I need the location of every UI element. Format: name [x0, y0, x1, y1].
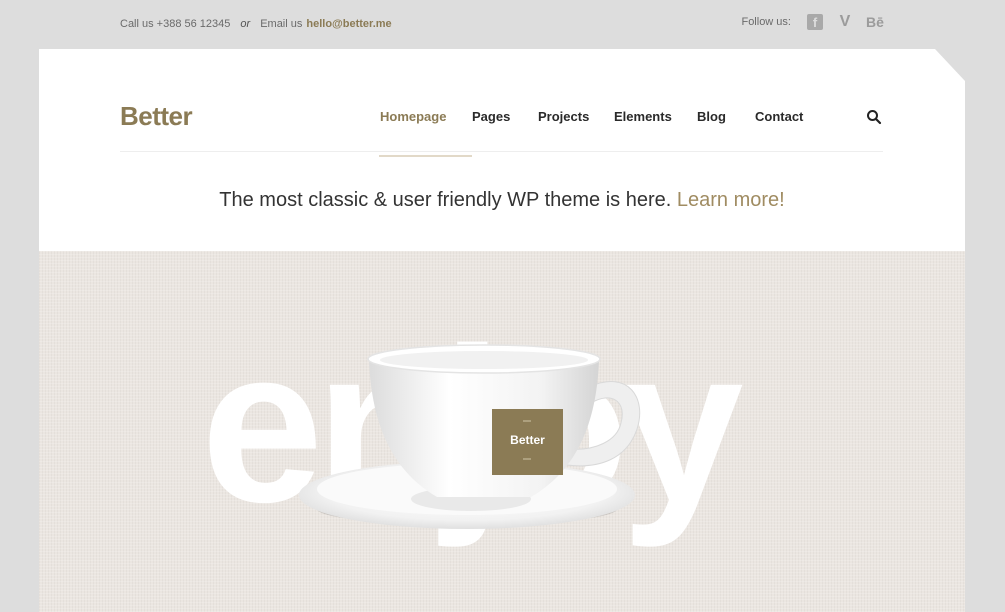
- vimeo-icon[interactable]: V: [837, 13, 853, 30]
- cup-label-text: Better: [510, 433, 545, 447]
- active-nav-indicator: [379, 155, 472, 157]
- header-divider: [120, 151, 883, 152]
- learn-more-link[interactable]: Learn more!: [677, 189, 785, 211]
- or-text: or: [240, 18, 251, 30]
- phone-text: Call us +388 56 12345: [120, 18, 231, 30]
- nav-item-projects[interactable]: Projects: [538, 109, 614, 124]
- main-nav: Homepage Pages Projects Elements Blog Co…: [380, 109, 803, 124]
- site-logo[interactable]: Better: [120, 101, 193, 132]
- email-label: Email us: [260, 18, 303, 30]
- top-bar: Call us +388 56 12345 or Email us hello@…: [0, 0, 1005, 49]
- hero-banner: enjoy: [39, 251, 965, 612]
- contact-info: Call us +388 56 12345 or Email us hello@…: [120, 18, 392, 30]
- email-link[interactable]: hello@better.me: [306, 18, 391, 30]
- tagline-text: The most classic & user friendly WP them…: [219, 189, 672, 211]
- search-icon[interactable]: [866, 109, 882, 125]
- facebook-icon[interactable]: f: [807, 14, 823, 30]
- follow-label: Follow us:: [741, 16, 791, 28]
- nav-item-homepage[interactable]: Homepage: [380, 109, 472, 124]
- coffee-cup-image: [299, 344, 641, 529]
- nav-item-pages[interactable]: Pages: [472, 109, 538, 124]
- nav-item-elements[interactable]: Elements: [614, 109, 697, 124]
- behance-icon[interactable]: Bē: [866, 14, 884, 30]
- main-card: Better Homepage Pages Projects Elements …: [39, 49, 965, 612]
- social-links: Follow us: f V Bē: [741, 13, 884, 30]
- nav-item-contact[interactable]: Contact: [755, 109, 803, 124]
- nav-item-blog[interactable]: Blog: [697, 109, 755, 124]
- tagline: The most classic & user friendly WP them…: [39, 189, 965, 212]
